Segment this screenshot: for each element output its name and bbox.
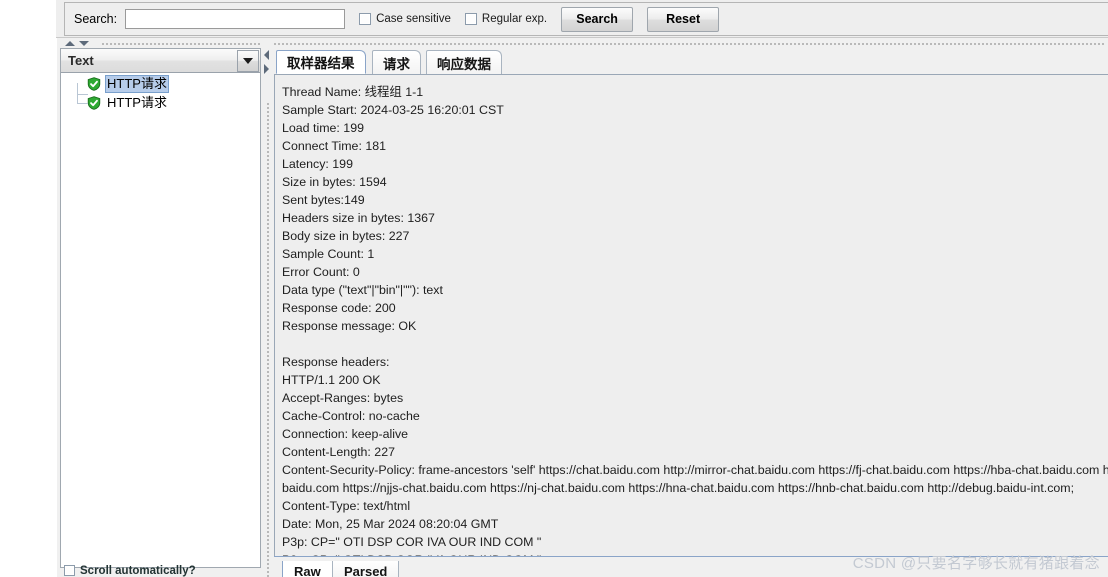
- splitter-grip: [101, 42, 1106, 45]
- result-line: baidu.com https://njjs-chat.baidu.com ht…: [282, 481, 1075, 495]
- results-tree-body[interactable]: HTTP请求 HTTP请求: [61, 74, 260, 567]
- checkbox-square-icon: [64, 565, 75, 576]
- triangle-right-icon[interactable]: [264, 64, 269, 74]
- result-line: Connection: keep-alive: [282, 427, 409, 441]
- result-line: Content-Type: text/html: [282, 499, 411, 513]
- tree-elbow-line: [77, 84, 88, 104]
- triangle-left-icon[interactable]: [264, 50, 269, 60]
- result-line: Content-Security-Policy: frame-ancestors…: [282, 463, 1108, 477]
- render-format-value: Text: [68, 53, 94, 68]
- result-line: Sample Start: 2024-03-25 16:20:01 CST: [282, 103, 504, 117]
- left-gutter: [0, 0, 57, 577]
- sampler-result-textarea[interactable]: Thread Name: 线程组 1-1 Sample Start: 2024-…: [274, 74, 1108, 556]
- result-line: Sent bytes:149: [282, 193, 365, 207]
- render-format-combobox[interactable]: Text: [61, 49, 260, 73]
- search-toolbar: Search: Case sensitive Regular exp. Sear…: [56, 0, 1108, 38]
- result-line-blank: [282, 335, 1108, 353]
- regular-exp-checkbox[interactable]: Regular exp.: [464, 13, 548, 25]
- search-label: Search:: [74, 12, 118, 26]
- results-tree-panel: Text HTTP请求 HTTP请求: [60, 48, 261, 568]
- horizontal-splitter[interactable]: [57, 39, 1108, 48]
- tree-node-label[interactable]: HTTP请求: [105, 74, 169, 93]
- result-line: Body size in bytes: 227: [282, 229, 410, 243]
- result-tabstrip: 取样器结果 请求 响应数据: [274, 50, 1108, 75]
- result-line: Content-Length: 227: [282, 445, 395, 459]
- result-line: Data type ("text"|"bin"|""): text: [282, 283, 443, 297]
- jmeter-view-results-tree: Search: Case sensitive Regular exp. Sear…: [0, 0, 1108, 577]
- vertical-splitter[interactable]: [262, 42, 274, 577]
- search-toolbar-inner: Search: Case sensitive Regular exp. Sear…: [64, 2, 1108, 36]
- checkbox-square-icon: [359, 13, 372, 25]
- scroll-automatically-label: Scroll automatically?: [80, 564, 196, 577]
- result-line: Load time: 199: [282, 121, 364, 135]
- regular-exp-label: Regular exp.: [481, 13, 548, 25]
- chevron-down-icon[interactable]: [237, 49, 259, 72]
- result-line: Cache-Control: no-cache: [282, 409, 420, 423]
- tree-node[interactable]: HTTP请求: [61, 84, 260, 112]
- case-sensitive-checkbox[interactable]: Case sensitive: [359, 13, 451, 25]
- splitter-grip: [266, 102, 269, 577]
- result-line: Sample Count: 1: [282, 247, 375, 261]
- tab-response-data[interactable]: 响应数据: [426, 50, 502, 74]
- result-line: Response code: 200: [282, 301, 396, 315]
- tab-request[interactable]: 请求: [372, 50, 421, 74]
- tree-node[interactable]: HTTP请求: [61, 74, 260, 95]
- raw-parsed-tabstrip: Raw Parsed: [274, 556, 1108, 577]
- sampler-result-lines: Thread Name: 线程组 1-1 Sample Start: 2024-…: [275, 75, 1108, 556]
- reset-button[interactable]: Reset: [647, 6, 720, 32]
- result-line: Thread Name: 线程组 1-1: [282, 85, 424, 99]
- tree-node-label[interactable]: HTTP请求: [105, 95, 169, 111]
- checkbox-square-icon: [464, 13, 477, 25]
- result-line: Headers size in bytes: 1367: [282, 211, 435, 225]
- result-line: Latency: 199: [282, 157, 353, 171]
- result-line: Response message: OK: [282, 319, 417, 333]
- result-line: Size in bytes: 1594: [282, 175, 387, 189]
- search-button[interactable]: Search: [561, 6, 634, 32]
- triangle-down-icon[interactable]: [79, 41, 89, 46]
- search-input[interactable]: [125, 9, 346, 29]
- result-line: P3p: CP=" OTI DSP COR IVA OUR IND COM ": [282, 535, 542, 549]
- result-line: Connect Time: 181: [282, 139, 387, 153]
- scroll-automatically-checkbox[interactable]: Scroll automatically?: [64, 564, 196, 577]
- result-line: HTTP/1.1 200 OK: [282, 373, 381, 387]
- shield-check-icon: [87, 95, 101, 110]
- result-line: Error Count: 0: [282, 265, 360, 279]
- case-sensitive-label: Case sensitive: [376, 13, 451, 25]
- sampler-result-panel: 取样器结果 请求 响应数据 Thread Name: 线程组 1-1 Sampl…: [274, 48, 1108, 577]
- result-line: Response headers:: [282, 355, 390, 369]
- tab-sampler-result[interactable]: 取样器结果: [276, 50, 366, 74]
- shield-check-icon: [87, 76, 101, 91]
- tab-raw[interactable]: Raw: [282, 561, 333, 577]
- result-line: Accept-Ranges: bytes: [282, 391, 404, 405]
- triangle-up-icon[interactable]: [65, 41, 75, 46]
- tab-parsed[interactable]: Parsed: [332, 561, 400, 577]
- result-line: Date: Mon, 25 Mar 2024 08:20:04 GMT: [282, 517, 499, 531]
